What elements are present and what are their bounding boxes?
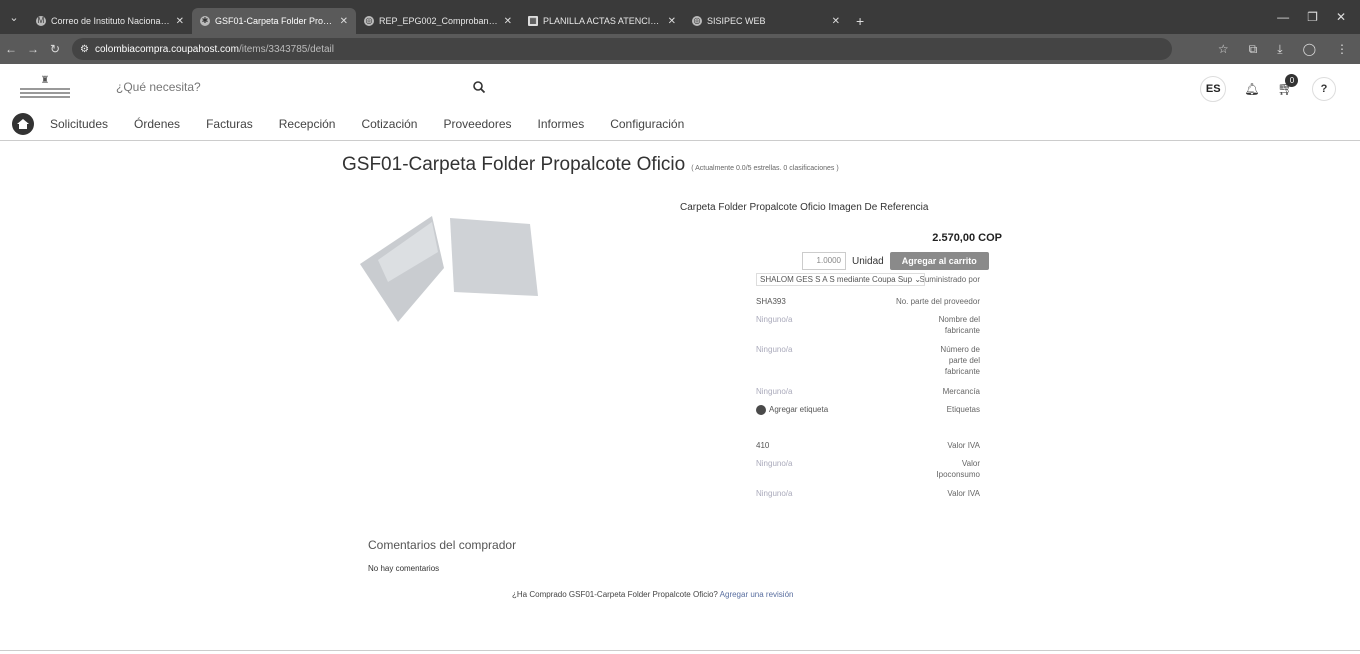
cart-count-badge: 0	[1285, 74, 1299, 87]
attr-value: Ninguno/a	[756, 345, 793, 354]
globe-icon: ◎	[692, 16, 702, 26]
gmail-icon: M	[36, 16, 46, 26]
site-info-icon[interactable]: ⚙	[80, 44, 89, 55]
profile-icon[interactable]: ◯	[1303, 42, 1316, 57]
language-button[interactable]: ES	[1200, 76, 1227, 102]
new-tab-button[interactable]: +	[848, 8, 872, 34]
add-to-cart-button[interactable]: Agregar al carrito	[889, 252, 989, 270]
sheets-icon: ▦	[528, 16, 538, 26]
tab-title: Correo de Instituto Nacional P...	[51, 16, 171, 26]
nav-facturas[interactable]: Facturas	[206, 117, 253, 131]
image-reference-text: Carpeta Folder Propalcote Oficio Imagen …	[680, 202, 929, 213]
app-header: ♜ ¿Qué necesita? ES 🔔︎ 🛒︎ 0 ?	[0, 70, 1360, 108]
reload-icon[interactable]: ↻	[44, 42, 66, 56]
nav-recepcion[interactable]: Recepción	[279, 117, 336, 131]
forward-icon[interactable]: →	[22, 42, 44, 56]
product-image	[360, 216, 538, 322]
review-prompt: ¿Ha Comprado GSF01-Carpeta Folder Propal…	[512, 590, 793, 599]
quantity-input[interactable]: 1.0000	[802, 252, 846, 270]
item-title: GSF01-Carpeta Folder Propalcote Oficio ( …	[342, 154, 839, 176]
comments-title: Comentarios del comprador	[368, 538, 517, 552]
add-review-link[interactable]: Agregar una revisión	[720, 590, 794, 599]
bell-icon[interactable]: 🔔︎	[1244, 82, 1259, 96]
supplier-value: SHALOM GES S A S mediante Coupa Sup	[760, 275, 913, 284]
tab-title: PLANILLA ACTAS ATENCION Y	[543, 16, 663, 26]
url-field[interactable]: ⚙ colombiacompra.coupahost.com/items/334…	[72, 38, 1172, 60]
browser-tab-gmail[interactable]: M Correo de Instituto Nacional P... ✕	[28, 8, 192, 34]
attr-value: Ninguno/a	[756, 387, 793, 396]
tag-add-icon	[756, 404, 766, 415]
close-icon[interactable]: ✕	[832, 16, 840, 27]
bookmark-star-icon[interactable]: ☆	[1218, 42, 1229, 57]
tab-title: REP_EPG002_ComprobanteCDP	[379, 16, 499, 26]
main-nav: Solicitudes Órdenes Facturas Recepción C…	[0, 108, 1360, 141]
menu-kebab-icon[interactable]: ⋮	[1336, 42, 1348, 57]
browser-tab-rep[interactable]: ◎ REP_EPG002_ComprobanteCDP ✕	[356, 8, 520, 34]
tab-title: SISIPEC WEB	[707, 16, 766, 26]
window-controls: — ❐ ✕	[1263, 0, 1360, 34]
back-icon[interactable]: ←	[0, 42, 22, 56]
rating-text[interactable]: ( Actualmente 0.0/5 estrellas. 0 clasifi…	[691, 165, 838, 172]
cart-icon[interactable]: 🛒︎ 0	[1277, 74, 1299, 97]
home-icon[interactable]	[12, 113, 34, 135]
close-icon[interactable]: ✕	[340, 16, 348, 27]
search-icon[interactable]	[472, 80, 486, 94]
close-icon[interactable]: ✕	[504, 16, 512, 27]
nav-proveedores[interactable]: Proveedores	[443, 117, 511, 131]
divider	[0, 650, 1360, 651]
chevron-down-icon: ⌄	[914, 275, 922, 284]
help-button[interactable]: ?	[1312, 77, 1336, 101]
browser-tab-planilla[interactable]: ▦ PLANILLA ACTAS ATENCION Y ✕	[520, 8, 684, 34]
attr-value: SHA393	[756, 297, 786, 306]
close-window-icon[interactable]: ✕	[1336, 10, 1346, 24]
no-comments-text: No hay comentarios	[368, 564, 440, 573]
minimize-icon[interactable]: —	[1277, 10, 1289, 24]
browser-tab-coupa[interactable]: ✱ GSF01-Carpeta Folder Propalco ✕	[192, 8, 356, 34]
attr-value: Ninguno/a	[756, 489, 793, 498]
nav-cotizacion[interactable]: Cotización	[361, 117, 417, 131]
tab-title: GSF01-Carpeta Folder Propalco	[215, 16, 335, 26]
url-host: colombiacompra.coupahost.com	[94, 43, 239, 55]
nav-configuracion[interactable]: Configuración	[610, 117, 684, 131]
review-question: ¿Ha Comprado GSF01-Carpeta Folder Propal…	[512, 590, 718, 599]
search-input[interactable]: ¿Qué necesita?	[116, 80, 201, 94]
download-icon[interactable]: ⤓	[1277, 42, 1282, 57]
nav-solicitudes[interactable]: Solicitudes	[50, 117, 108, 131]
attr-value: Ninguno/a	[756, 459, 793, 468]
add-tag-link[interactable]: Agregar etiqueta	[756, 404, 976, 415]
coupa-icon: ✱	[200, 16, 210, 26]
close-icon[interactable]: ✕	[668, 16, 676, 27]
tab-search-icon[interactable]: ⌄	[0, 0, 28, 34]
url-path: /items/3343785/detail	[238, 43, 335, 55]
page-title: GSF01-Carpeta Folder Propalcote Oficio	[342, 154, 686, 175]
unit-label: Unidad	[852, 255, 884, 267]
restore-icon[interactable]: ❐	[1307, 10, 1318, 24]
supplier-select[interactable]: SHALOM GES S A S mediante Coupa Sup ⌄	[756, 273, 926, 286]
crest-icon: ♜	[40, 75, 50, 86]
item-price: 2.570,00 COP	[932, 232, 1002, 244]
close-icon[interactable]: ✕	[176, 16, 184, 27]
extensions-icon[interactable]: ⧉	[1249, 42, 1258, 57]
institution-logo[interactable]: ♜	[14, 76, 76, 102]
browser-tab-sisipec[interactable]: ◎ SISIPEC WEB ✕	[684, 8, 848, 34]
address-bar: ← → ↻ ⚙ colombiacompra.coupahost.com/ite…	[0, 34, 1360, 64]
nav-ordenes[interactable]: Órdenes	[134, 117, 180, 131]
attr-value: 410	[756, 441, 770, 450]
browser-tabbar: ⌄ M Correo de Instituto Nacional P... ✕ …	[0, 0, 1360, 34]
add-tag-label: Agregar etiqueta	[769, 405, 829, 414]
nav-informes[interactable]: Informes	[538, 117, 585, 131]
attr-value: Ninguno/a	[756, 315, 793, 324]
globe-icon: ◎	[364, 16, 374, 26]
add-to-cart-row: 1.0000 Unidad Agregar al carrito	[802, 252, 989, 270]
